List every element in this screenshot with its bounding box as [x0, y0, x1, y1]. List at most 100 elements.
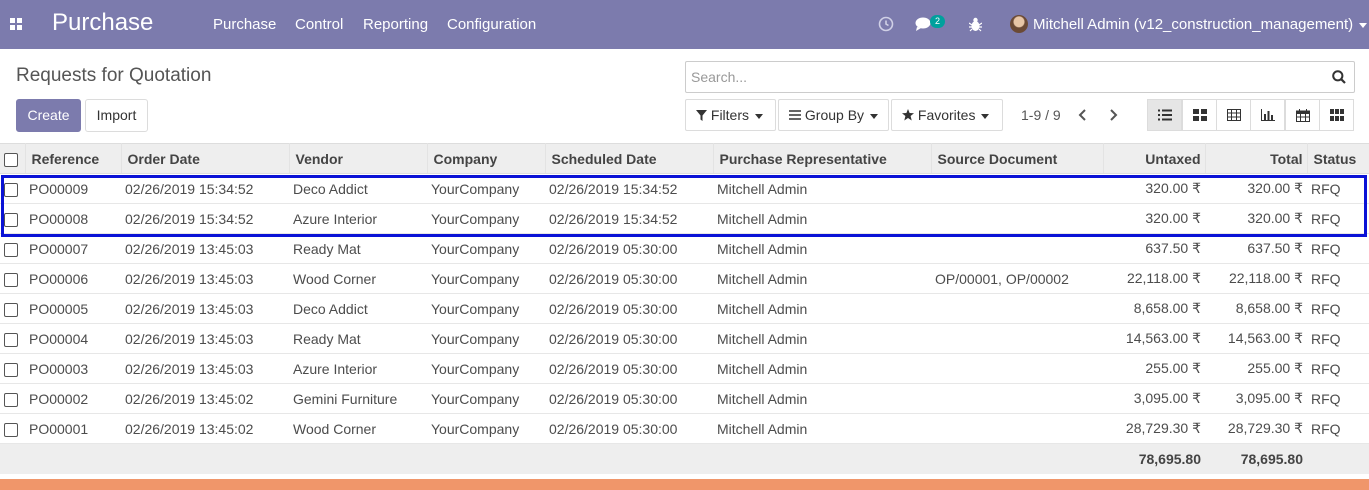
activity-clock-icon[interactable] [878, 16, 894, 32]
column-header[interactable]: Total [1205, 143, 1308, 174]
debug-bug-icon[interactable] [969, 17, 982, 32]
total-cell: 3,095.00 ₹ [1235, 390, 1303, 406]
filter-icon [696, 110, 707, 121]
company-cell: YourCompany [431, 390, 520, 407]
order-date-cell: 02/26/2019 13:45:03 [125, 330, 254, 347]
scheduled-date-cell: 02/26/2019 05:30:00 [549, 390, 678, 407]
row-select-cell [0, 414, 25, 444]
status-cell: RFQ [1311, 420, 1341, 437]
column-header[interactable]: Reference [25, 143, 122, 174]
row-checkbox[interactable] [4, 392, 18, 407]
pager-value[interactable]: 1-9 / 9 [1021, 107, 1061, 123]
company-cell: YourCompany [431, 180, 520, 197]
calendar-icon [1296, 109, 1310, 122]
row-checkbox[interactable] [4, 332, 18, 347]
search-input[interactable] [691, 62, 1321, 92]
column-header[interactable]: Order Date [121, 143, 290, 174]
view-graph-button[interactable] [1250, 99, 1285, 131]
company-cell: YourCompany [431, 240, 520, 257]
table-row[interactable]: PO00002 02/26/2019 13:45:02 Gemini Furnitu… [0, 384, 1369, 414]
row-select-cell [0, 204, 25, 234]
row-checkbox[interactable] [4, 242, 18, 257]
untaxed-cell: 637.50 ₹ [1145, 240, 1201, 256]
filters-button[interactable]: Filters [685, 99, 776, 131]
menu-configuration[interactable]: Configuration [447, 16, 536, 33]
untaxed-cell: 320.00 ₹ [1145, 180, 1201, 196]
column-header[interactable]: Untaxed [1103, 143, 1206, 174]
import-button[interactable]: Import [85, 99, 148, 132]
column-header[interactable]: Purchase Representative [713, 143, 932, 174]
menu-purchase[interactable]: Purchase [213, 16, 276, 33]
vendor-cell: Azure Interior [293, 210, 378, 227]
row-checkbox[interactable] [4, 362, 18, 377]
column-header[interactable]: Vendor [289, 143, 428, 174]
order-date-cell: 02/26/2019 13:45:03 [125, 240, 254, 257]
company-cell: YourCompany [431, 360, 520, 377]
row-checkbox[interactable] [4, 422, 18, 437]
row-checkbox[interactable] [4, 302, 18, 317]
untaxed-cell: 320.00 ₹ [1145, 210, 1201, 226]
group-by-icon [789, 110, 801, 120]
column-header[interactable]: Source Document [931, 143, 1104, 174]
view-kanban-button[interactable] [1182, 99, 1217, 131]
status-cell: RFQ [1311, 330, 1341, 347]
column-header[interactable]: Scheduled Date [545, 143, 714, 174]
list-icon [1158, 109, 1172, 121]
row-checkbox[interactable] [4, 272, 18, 287]
column-header[interactable]: Company [427, 143, 546, 174]
row-select-cell [0, 234, 25, 264]
row-select-cell [0, 354, 25, 384]
status-cell: RFQ [1311, 390, 1341, 407]
favorites-label: Favorites [917, 107, 976, 123]
row-select-cell [0, 264, 25, 294]
order-date-cell: 02/26/2019 13:45:03 [125, 270, 254, 287]
totals-spacer [1307, 444, 1369, 474]
view-list-button[interactable] [1147, 99, 1182, 131]
table-row[interactable]: PO00001 02/26/2019 13:45:02 Wood Corner You… [0, 414, 1369, 444]
top-navbar: Purchase Purchase Control Reporting Conf… [0, 0, 1369, 49]
source-document-cell [931, 234, 1103, 264]
group-by-label: Group By [804, 107, 865, 123]
pager-next-icon[interactable] [1108, 109, 1118, 121]
view-calendar-button[interactable] [1285, 99, 1320, 131]
select-all-checkbox[interactable] [4, 152, 18, 167]
user-menu[interactable]: Mitchell Admin (v12_construction_managem… [1033, 16, 1368, 33]
table-row[interactable]: PO00003 02/26/2019 13:45:03 Azure Interior… [0, 354, 1369, 384]
table-row[interactable]: PO00004 02/26/2019 13:45:03 Ready Mat YourC… [0, 324, 1369, 354]
breadcrumb-title: Requests for Quotation [16, 65, 212, 86]
reference-cell: PO00002 [29, 390, 89, 407]
representative-cell: Mitchell Admin [717, 420, 808, 437]
reference-cell: PO00008 [29, 210, 89, 227]
representative-cell: Mitchell Admin [717, 180, 808, 197]
total-cell: 255.00 ₹ [1247, 360, 1303, 376]
table-row[interactable]: PO00007 02/26/2019 13:45:03 Ready Mat YourC… [0, 234, 1369, 264]
scheduled-date-cell: 02/26/2019 05:30:00 [549, 330, 678, 347]
vendor-cell: Wood Corner [293, 270, 377, 287]
table-row[interactable]: PO00008 02/26/2019 15:34:52 Azure Interior… [0, 204, 1369, 234]
search-icon[interactable] [1332, 70, 1346, 84]
pager-previous-icon[interactable] [1078, 109, 1088, 121]
user-avatar[interactable] [1010, 15, 1028, 33]
row-checkbox[interactable] [4, 182, 18, 197]
menu-control[interactable]: Control [295, 16, 343, 33]
column-header[interactable]: Status [1307, 143, 1369, 174]
table-row[interactable]: PO00009 02/26/2019 15:34:52 Deco Addict You… [0, 174, 1369, 204]
scheduled-date-cell: 02/26/2019 15:34:52 [549, 210, 678, 227]
company-cell: YourCompany [431, 420, 520, 437]
view-grid-button[interactable] [1319, 99, 1354, 131]
total-cell: 637.50 ₹ [1247, 240, 1303, 256]
row-checkbox[interactable] [4, 212, 18, 227]
create-button[interactable]: Create [16, 99, 81, 132]
table-row[interactable]: PO00006 02/26/2019 13:45:03 Wood Corner You… [0, 264, 1369, 294]
app-name: Purchase [52, 9, 154, 36]
order-date-cell: 02/26/2019 13:45:02 [125, 390, 254, 407]
apps-menu-icon[interactable] [10, 18, 23, 31]
group-by-button[interactable]: Group By [778, 99, 889, 131]
menu-reporting[interactable]: Reporting [363, 16, 428, 33]
untaxed-cell: 8,658.00 ₹ [1133, 300, 1201, 316]
table-row[interactable]: PO00005 02/26/2019 13:45:03 Deco Addict You… [0, 294, 1369, 324]
vendor-cell: Deco Addict [293, 300, 368, 317]
view-pivot-button[interactable] [1216, 99, 1251, 131]
status-cell: RFQ [1311, 300, 1341, 317]
favorites-button[interactable]: Favorites [891, 99, 1003, 131]
